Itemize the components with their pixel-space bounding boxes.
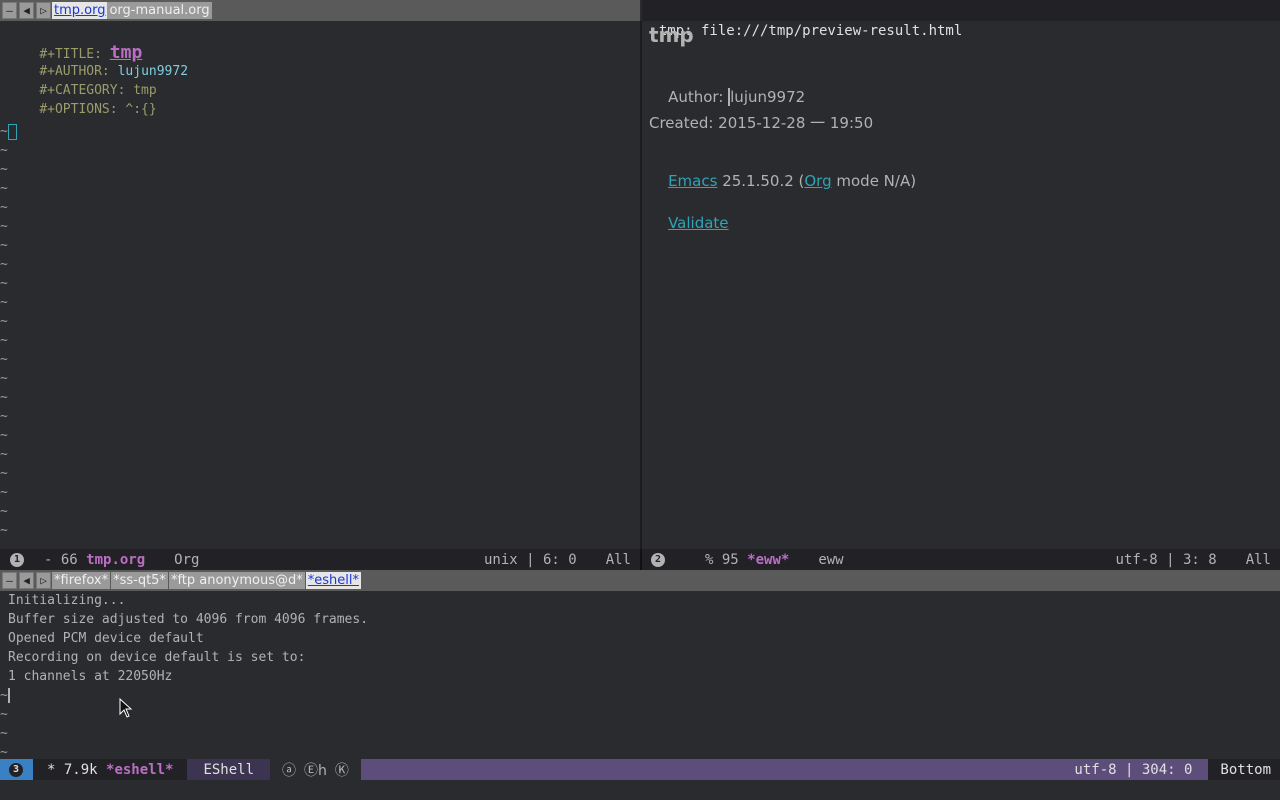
empty-line-marker: ~ bbox=[0, 428, 8, 443]
tab-firefox[interactable]: *firefox* bbox=[52, 572, 111, 589]
empty-line-marker: ~ bbox=[0, 143, 8, 158]
tabbar-scroll-right-icon[interactable]: ▷ bbox=[36, 572, 51, 589]
empty-line-marker: ~ bbox=[0, 219, 8, 234]
bottom-modeline-buffer: *eshell* bbox=[106, 761, 174, 778]
bottom-modeline-mode[interactable]: EShell bbox=[203, 762, 254, 778]
tabbar-scroll-left-icon[interactable]: ◀ bbox=[19, 572, 34, 589]
empty-line-marker: ~ bbox=[0, 409, 8, 424]
empty-line-marker: ~ bbox=[0, 295, 8, 310]
validate-link[interactable]: Validate bbox=[668, 214, 728, 232]
eww-created: Created: 2015-12-28 一 19:50 bbox=[649, 114, 874, 132]
org-link[interactable]: Org bbox=[804, 172, 831, 190]
window-number-3-icon: 3 bbox=[9, 762, 23, 777]
left-modeline-mode[interactable]: Org bbox=[174, 552, 199, 568]
bottom-modeline: 3 * 7.9k *eshell* EShell ⓐ Ⓔh Ⓚ utf-8 | … bbox=[0, 759, 1280, 780]
bottom-modeline-encoding: utf-8 | 304: 0 bbox=[1074, 761, 1193, 778]
tabbar-minus-icon[interactable]: – bbox=[2, 572, 17, 589]
minor-mode-auto-icon[interactable]: ⓐ bbox=[282, 760, 296, 780]
cursor-line: ~ bbox=[0, 122, 17, 141]
options-keyword: #+OPTIONS: bbox=[39, 102, 126, 117]
right-modeline-mode[interactable]: eww bbox=[818, 552, 843, 568]
right-modeline-buffer: *eww* bbox=[747, 551, 790, 568]
org-buffer[interactable]: #+TITLE: tmp #+AUTHOR: lujun9972 #+CATEG… bbox=[0, 21, 640, 549]
bottom-tabbar: – ◀ ▷ *firefox* *ss-qt5* *ftp anonymous@… bbox=[0, 570, 1280, 591]
left-modeline: 1 - 66 tmp.org Org unix | 6: 0 All bbox=[0, 549, 640, 570]
text-cursor bbox=[7, 123, 17, 140]
empty-line-marker: ~ bbox=[0, 726, 8, 741]
empty-line-marker: ~ bbox=[0, 447, 8, 462]
empty-line-marker: ~ bbox=[0, 276, 8, 291]
empty-line-marker: ~ bbox=[0, 371, 8, 386]
tab-tmp-org[interactable]: tmp.org bbox=[52, 2, 108, 19]
empty-line-marker: ~ bbox=[0, 314, 8, 329]
top-tabbar: – ◀ ▷ tmp.org org-manual.org bbox=[0, 0, 640, 21]
minor-mode-k-icon[interactable]: Ⓚ bbox=[335, 760, 349, 780]
left-modeline-state: - 66 bbox=[44, 551, 87, 568]
minor-mode-eldoc-icon[interactable]: Ⓔh bbox=[304, 760, 327, 780]
eww-author-label: Author: bbox=[668, 88, 729, 106]
options-value: ^:{} bbox=[125, 102, 157, 117]
tab-eshell[interactable]: *eshell* bbox=[305, 572, 361, 589]
empty-line-marker: ~ bbox=[0, 200, 8, 215]
shell-output-line: Initializing... bbox=[8, 593, 126, 608]
tabbar-scroll-left-icon[interactable]: ◀ bbox=[19, 2, 34, 19]
empty-line-marker: ~ bbox=[0, 352, 8, 367]
tab-ftp[interactable]: *ftp anonymous@d* bbox=[168, 572, 305, 589]
tabbar-minus-icon[interactable]: – bbox=[2, 2, 17, 19]
shell-output-line: Recording on device default is set to: bbox=[8, 650, 306, 665]
empty-line-marker: ~ bbox=[0, 333, 8, 348]
window-number-2-icon: 2 bbox=[651, 552, 665, 567]
left-modeline-buffer: tmp.org bbox=[86, 551, 146, 568]
echo-area[interactable] bbox=[0, 780, 1280, 800]
right-modeline-state: % 95 bbox=[705, 551, 748, 568]
emacs-link[interactable]: Emacs bbox=[668, 172, 717, 190]
eww-title: tmp bbox=[649, 23, 694, 47]
empty-line-marker: ~ bbox=[0, 523, 8, 538]
empty-line-marker: ~ bbox=[0, 181, 8, 196]
window-number-1-icon: 1 bbox=[10, 552, 24, 567]
shell-cursor-line: ~ bbox=[0, 688, 10, 703]
tabbar-scroll-right-icon[interactable]: ▷ bbox=[36, 2, 51, 19]
left-modeline-encoding: unix | 6: 0 bbox=[483, 551, 577, 568]
options-line: #+OPTIONS: ^:{} bbox=[8, 87, 157, 132]
eww-buffer[interactable]: tmp Author: lujun9972 Created: 2015-12-2… bbox=[642, 21, 1280, 549]
eww-header-line: tmp: file:///tmp/preview-result.html bbox=[642, 0, 1280, 39]
eshell-buffer[interactable]: Initializing... Buffer size adjusted to … bbox=[0, 591, 1280, 760]
empty-line-marker: ~ bbox=[0, 707, 8, 722]
empty-line-marker: ~ bbox=[0, 238, 8, 253]
empty-line-marker: ~ bbox=[0, 504, 8, 519]
empty-line-marker: ~ bbox=[0, 257, 8, 272]
shell-cursor bbox=[7, 688, 10, 703]
tab-org-manual[interactable]: org-manual.org bbox=[107, 2, 212, 19]
empty-line-marker: ~ bbox=[0, 485, 8, 500]
shell-output-line: Opened PCM device default bbox=[8, 631, 204, 646]
empty-line-marker: ~ bbox=[0, 466, 8, 481]
right-modeline-position: All bbox=[1245, 551, 1271, 568]
bottom-modeline-state: * 7.9k bbox=[47, 761, 107, 778]
eww-author-value: lujun9972 bbox=[728, 88, 806, 106]
right-modeline-encoding: utf-8 | 3: 8 bbox=[1115, 551, 1217, 568]
empty-line-marker: ~ bbox=[0, 390, 8, 405]
mouse-pointer-icon bbox=[119, 698, 133, 718]
shell-output-line: 1 channels at 22050Hz bbox=[8, 669, 173, 684]
right-modeline: 2 % 95 *eww* eww utf-8 | 3: 8 All bbox=[642, 549, 1280, 570]
bottom-modeline-position: Bottom bbox=[1220, 761, 1271, 778]
shell-output-line: Buffer size adjusted to 4096 from 4096 f… bbox=[8, 612, 369, 627]
tab-ss-qt5[interactable]: *ss-qt5* bbox=[111, 572, 168, 589]
empty-line-marker: ~ bbox=[0, 162, 8, 177]
validate-line: Validate bbox=[649, 196, 728, 250]
left-modeline-position: All bbox=[605, 551, 631, 568]
